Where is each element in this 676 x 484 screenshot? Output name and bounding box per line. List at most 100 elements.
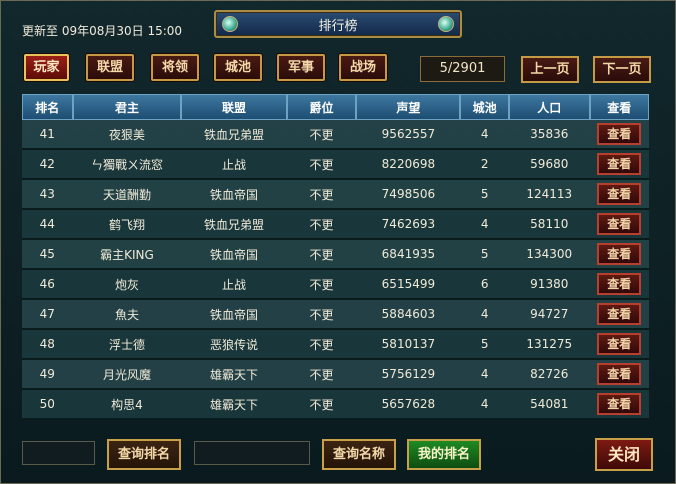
tab-general[interactable]: 将领 [151,54,199,81]
cell-view: 查看 [589,330,649,360]
cell-rank: 46 [22,270,73,300]
cell-cities: 4 [460,300,509,330]
cell-prestige: 5657628 [356,390,461,420]
page-indicator: 5/2901 [420,56,505,82]
view-button[interactable]: 查看 [597,243,642,265]
col-header-population: 人口 [508,94,590,120]
view-button[interactable]: 查看 [597,303,642,325]
my-rank-button[interactable]: 我的排名 [407,439,481,470]
close-button[interactable]: 关闭 [595,438,653,471]
table-row: 43 天道酬勤 铁血帝国 不更 7498506 5 124113 查看 [22,180,649,210]
cell-alliance: 铁血帝国 [181,300,287,330]
cell-title: 不更 [286,300,357,330]
cell-lord: 霸主KING [72,240,182,270]
cell-population: 124113 [508,180,590,210]
tab-military[interactable]: 军事 [277,54,325,81]
table-row: 46 炮灰 止战 不更 6515499 6 91380 查看 [22,270,649,300]
cell-alliance: 雄霸天下 [181,390,287,420]
cell-title: 不更 [286,120,357,150]
table-row: 50 构思4 雄霸天下 不更 5657628 4 54081 查看 [22,390,649,420]
table-row: 42 ㄣ獨戰ㄨ流窓 止战 不更 8220698 2 59680 查看 [22,150,649,180]
table-row: 44 鹤飞翔 铁血兄弟盟 不更 7462693 4 58110 查看 [22,210,649,240]
cell-view: 查看 [589,120,649,150]
cell-alliance: 雄霸天下 [181,360,287,390]
table-row: 45 霸主KING 铁血帝国 不更 6841935 5 134300 查看 [22,240,649,270]
cell-prestige: 6841935 [356,240,461,270]
cell-cities: 6 [460,270,509,300]
cell-cities: 2 [460,150,509,180]
ranking-table: 排名 君主 联盟 爵位 声望 城池 人口 查看 41 夜狠美 铁血兄弟盟 不更 9562… [22,94,649,420]
next-page-button[interactable]: 下一页 [593,56,651,83]
cell-cities: 5 [460,240,509,270]
cell-population: 91380 [508,270,590,300]
cell-lord: 炮灰 [72,270,182,300]
cell-alliance: 止战 [181,150,287,180]
col-header-prestige: 声望 [356,94,461,120]
view-button[interactable]: 查看 [597,393,642,415]
col-header-alliance: 联盟 [181,94,287,120]
view-button[interactable]: 查看 [597,273,642,295]
cell-view: 查看 [589,180,649,210]
view-button[interactable]: 查看 [597,183,642,205]
cell-lord: 构思4 [72,390,182,420]
cell-title: 不更 [286,210,357,240]
prev-page-button[interactable]: 上一页 [521,56,579,83]
tab-city[interactable]: 城池 [214,54,262,81]
col-header-view: 查看 [589,94,649,120]
col-header-lord: 君主 [72,94,182,120]
cell-lord: 天道酬勤 [72,180,182,210]
cell-prestige: 7498506 [356,180,461,210]
col-header-rank: 排名 [22,94,73,120]
rank-query-input[interactable] [22,441,95,465]
col-header-cities: 城池 [460,94,509,120]
cell-lord: 魚夫 [72,300,182,330]
cell-cities: 5 [460,330,509,360]
table-row: 47 魚夫 铁血帝国 不更 5884603 4 94727 查看 [22,300,649,330]
table-row: 48 浮士德 恶狼传说 不更 5810137 5 131275 查看 [22,330,649,360]
cell-prestige: 7462693 [356,210,461,240]
cell-cities: 4 [460,210,509,240]
cell-rank: 50 [22,390,73,420]
cell-rank: 42 [22,150,73,180]
cell-view: 查看 [589,240,649,270]
cell-prestige: 5884603 [356,300,461,330]
cell-population: 35836 [508,120,590,150]
cell-alliance: 铁血兄弟盟 [181,120,287,150]
cell-view: 查看 [589,360,649,390]
cell-lord: ㄣ獨戰ㄨ流窓 [72,150,182,180]
query-name-button[interactable]: 查询名称 [322,439,396,470]
view-button[interactable]: 查看 [597,363,642,385]
cell-population: 59680 [508,150,590,180]
cell-title: 不更 [286,390,357,420]
cell-population: 58110 [508,210,590,240]
cell-prestige: 6515499 [356,270,461,300]
view-button[interactable]: 查看 [597,123,642,145]
cell-rank: 47 [22,300,73,330]
cell-prestige: 9562557 [356,120,461,150]
cell-alliance: 恶狼传说 [181,330,287,360]
cell-view: 查看 [589,300,649,330]
cell-view: 查看 [589,210,649,240]
cell-cities: 4 [460,390,509,420]
table-row: 49 月光风魔 雄霸天下 不更 5756129 4 82726 查看 [22,360,649,390]
tab-alliance[interactable]: 联盟 [86,54,134,81]
query-rank-button[interactable]: 查询排名 [107,439,181,470]
name-query-input[interactable] [194,441,310,465]
cell-view: 查看 [589,390,649,420]
cell-prestige: 5810137 [356,330,461,360]
tab-battlefield[interactable]: 战场 [339,54,387,81]
cell-population: 134300 [508,240,590,270]
cell-view: 查看 [589,270,649,300]
cell-cities: 5 [460,180,509,210]
window-title: 排行榜 [318,19,358,34]
cell-population: 82726 [508,360,590,390]
cell-alliance: 铁血帝国 [181,240,287,270]
view-button[interactable]: 查看 [597,153,642,175]
view-button[interactable]: 查看 [597,213,642,235]
cell-population: 94727 [508,300,590,330]
table-row: 41 夜狠美 铁血兄弟盟 不更 9562557 4 35836 查看 [22,120,649,150]
tab-player[interactable]: 玩家 [24,54,69,81]
cell-title: 不更 [286,150,357,180]
view-button[interactable]: 查看 [597,333,642,355]
cell-title: 不更 [286,240,357,270]
